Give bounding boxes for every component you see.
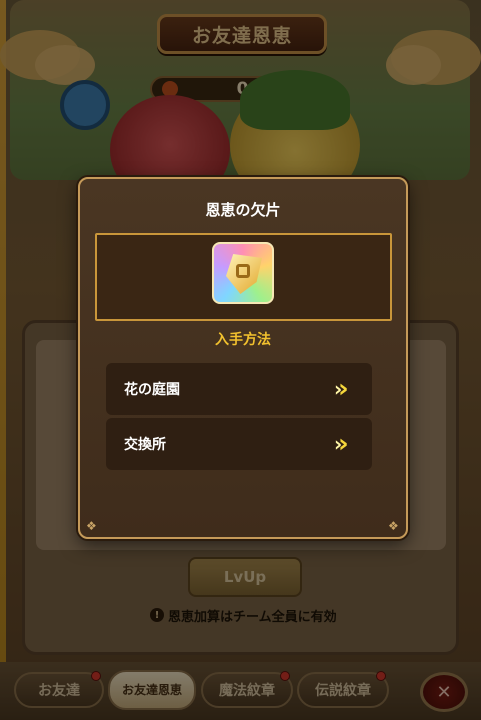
corner-ornament: ❖ <box>86 519 97 533</box>
route-label: 花の庭園 <box>124 382 180 398</box>
item-source-dialog: ❖ ❖ <box>78 177 408 539</box>
dialog-title: 恩恵の欠片 <box>205 200 281 219</box>
double-chevron-right-icon: › › <box>334 429 349 459</box>
route-exchange[interactable]: 交換所 › › <box>106 418 372 470</box>
route-label: 交換所 <box>124 437 166 453</box>
corner-ornament: ❖ <box>388 519 399 533</box>
double-chevron-right-icon: › › <box>334 374 349 404</box>
shard-icon <box>212 242 274 304</box>
acquire-heading: 入手方法 <box>215 332 271 348</box>
route-flower-garden[interactable]: 花の庭園 › › <box>106 363 372 415</box>
swirl-mark <box>236 264 250 278</box>
